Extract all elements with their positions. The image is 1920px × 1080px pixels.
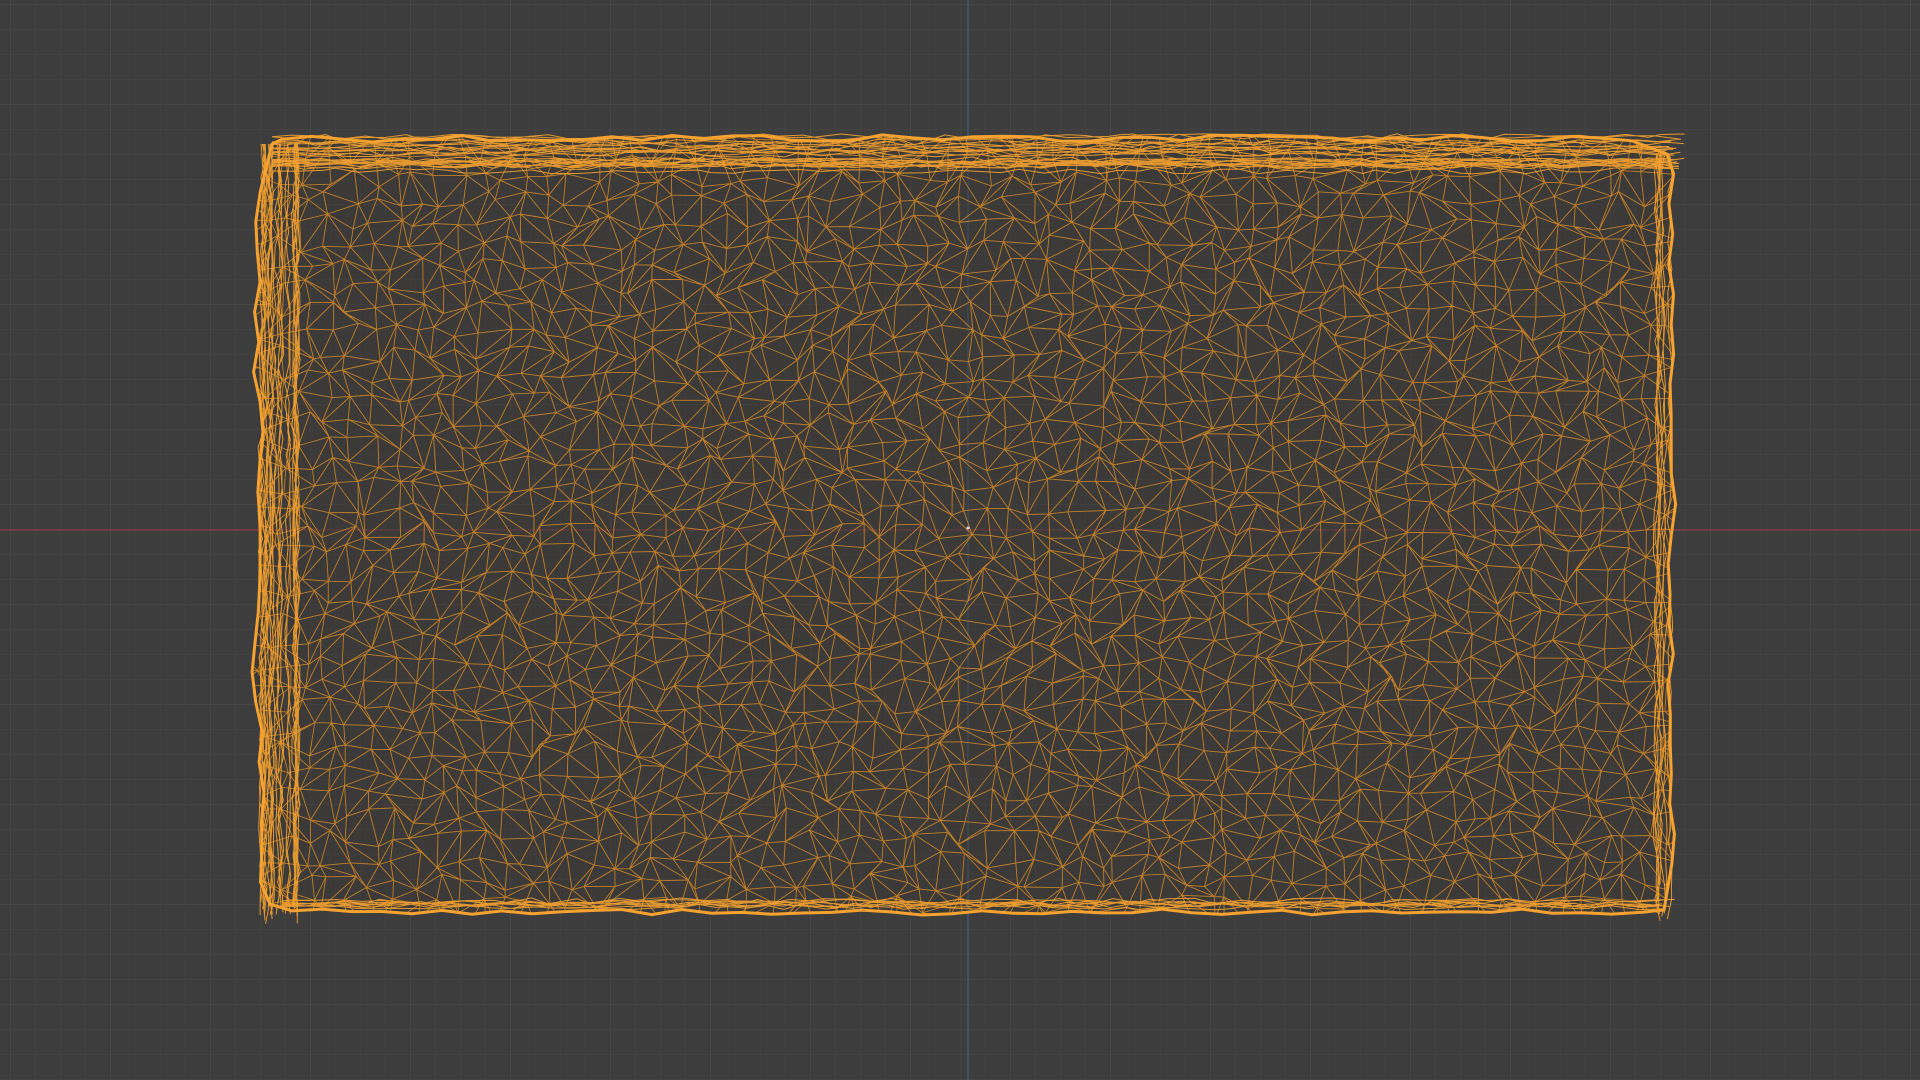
- viewport-3d[interactable]: [0, 0, 1920, 1080]
- mesh-object[interactable]: [232, 103, 1700, 934]
- viewport-canvas[interactable]: [0, 0, 1920, 1080]
- origin-dot: [966, 526, 970, 530]
